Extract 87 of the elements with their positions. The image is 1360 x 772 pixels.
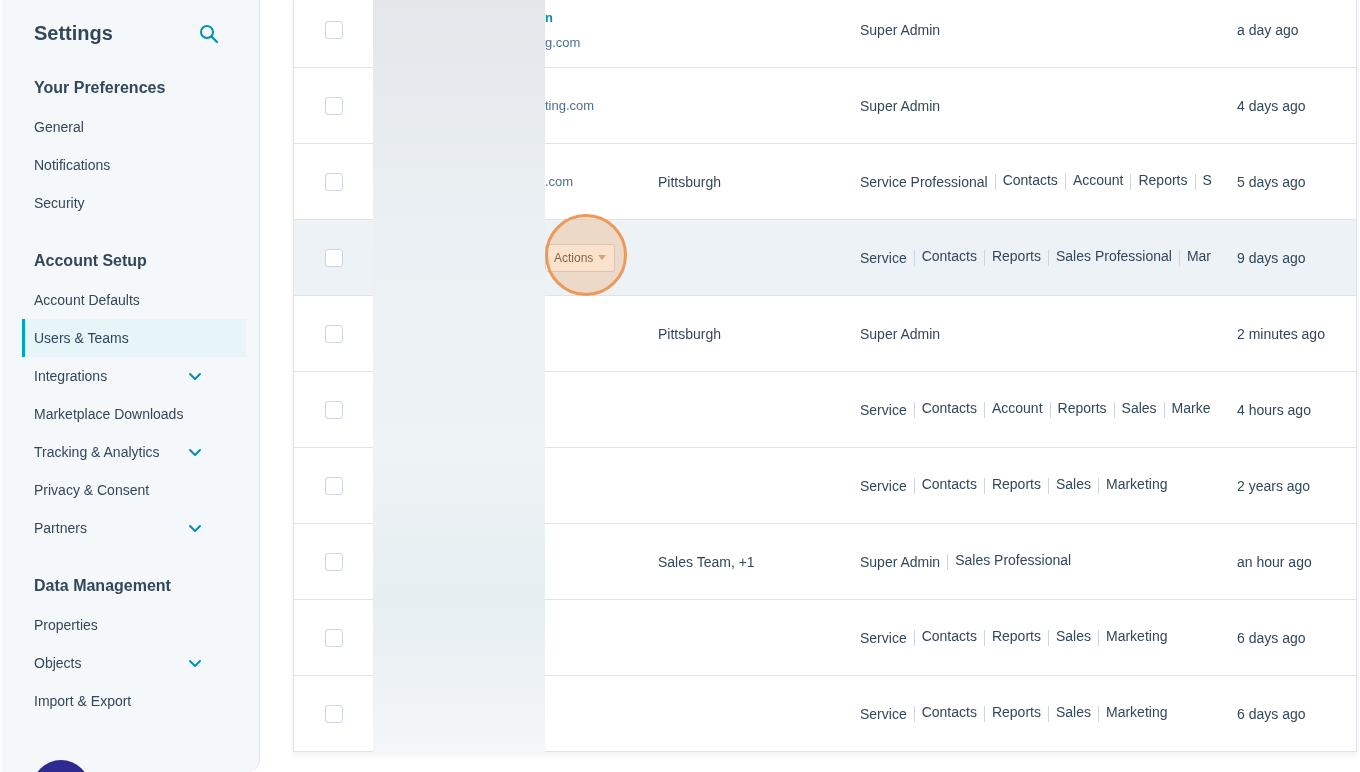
- section-heading: Account Setup: [33, 252, 148, 270]
- last-active-cell: a day ago: [1237, 21, 1299, 38]
- sidebar-item[interactable]: Notifications: [22, 146, 246, 184]
- sidebar-item[interactable]: Integrations: [22, 357, 246, 395]
- chevron-icon: [188, 658, 202, 668]
- permission-label: Sales: [1047, 477, 1098, 494]
- actions-button[interactable]: Actions: [545, 243, 616, 272]
- permission-label: Sales Professional: [1047, 249, 1179, 266]
- section-heading: Your Preferences: [33, 79, 167, 97]
- chevron-icon: [188, 371, 202, 381]
- permission-label: Contacts: [913, 477, 984, 494]
- row-checkbox[interactable]: [324, 96, 343, 115]
- permission-label: Reports: [983, 249, 1048, 266]
- chevron-icon: [188, 523, 202, 533]
- sidebar-item[interactable]: General: [22, 108, 246, 146]
- last-active-cell: 4 hours ago: [1237, 401, 1311, 418]
- last-active-cell: 6 days ago: [1237, 629, 1306, 646]
- search-icon[interactable]: [199, 23, 219, 44]
- permission-label: Reports: [1049, 401, 1114, 418]
- permission-label: Service: [860, 705, 908, 722]
- sidebar-item[interactable]: Import & Export: [22, 682, 246, 720]
- team-cell: Pittsburgh: [658, 173, 722, 190]
- permission-label: Sales Professional: [947, 553, 1079, 570]
- section-heading: Data Management: [33, 577, 172, 595]
- user-name[interactable]: n: [545, 9, 658, 25]
- sidebar-item[interactable]: Tracking & Analytics: [22, 433, 246, 471]
- row-checkbox[interactable]: [324, 324, 343, 343]
- permission-label: Service: [860, 401, 908, 418]
- last-active-cell: 4 days ago: [1237, 97, 1306, 114]
- sidebar-item[interactable]: Account Defaults: [22, 281, 246, 319]
- row-checkbox[interactable]: [324, 20, 343, 39]
- caret-icon: [598, 255, 607, 260]
- permission-label: Service: [860, 249, 908, 266]
- row-checkbox[interactable]: [324, 704, 343, 723]
- permission-label: Mar: [1178, 249, 1215, 266]
- permission-label: Account: [1064, 173, 1131, 190]
- sidebar-item[interactable]: Privacy & Consent: [22, 471, 246, 509]
- permission-label: Account: [983, 401, 1050, 418]
- row-checkbox[interactable]: [324, 248, 343, 267]
- sidebar-item[interactable]: Partners: [22, 509, 246, 547]
- team-cell: Sales Team, +1: [658, 553, 755, 570]
- row-checkbox[interactable]: [324, 628, 343, 647]
- last-active-cell: 6 days ago: [1237, 705, 1306, 722]
- permission-label: Super Admin: [860, 553, 942, 570]
- permission-label: Super Admin: [860, 97, 942, 114]
- last-active-cell: 2 years ago: [1237, 477, 1311, 494]
- permission-label: Service: [860, 477, 908, 494]
- permission-label: Marketing: [1098, 705, 1175, 722]
- permission-label: S: [1194, 173, 1215, 190]
- permission-label: Marke: [1163, 401, 1215, 418]
- permission-label: Service: [860, 629, 908, 646]
- permission-label: Reports: [983, 477, 1048, 494]
- permission-label: Reports: [983, 629, 1048, 646]
- permission-label: Contacts: [913, 705, 984, 722]
- last-active-cell: an hour ago: [1237, 553, 1312, 570]
- permission-label: Sales: [1047, 705, 1098, 722]
- permission-label: Service Professional: [860, 173, 989, 190]
- permission-label: Contacts: [913, 249, 984, 266]
- row-checkbox[interactable]: [324, 552, 343, 571]
- sidebar-item[interactable]: Marketplace Downloads: [22, 395, 246, 433]
- sidebar-item[interactable]: Objects: [22, 644, 246, 682]
- row-checkbox[interactable]: [324, 400, 343, 419]
- row-checkbox[interactable]: [324, 172, 343, 191]
- permission-label: Reports: [983, 705, 1048, 722]
- permission-label: Marketing: [1098, 629, 1175, 646]
- user-email: g.com: [545, 34, 582, 50]
- last-active-cell: 5 days ago: [1237, 173, 1306, 190]
- last-active-cell: 9 days ago: [1237, 249, 1306, 266]
- sidebar-item[interactable]: Properties: [22, 606, 246, 644]
- sidebar-item[interactable]: Users & Teams: [22, 319, 246, 357]
- permission-label: Reports: [1130, 173, 1195, 190]
- permission-label: Sales: [1047, 629, 1098, 646]
- permission-label: Sales: [1113, 401, 1164, 418]
- permission-label: Contacts: [913, 629, 984, 646]
- sidebar-title: Settings: [34, 22, 113, 45]
- permission-label: Contacts: [913, 401, 984, 418]
- user-email: ting.com: [545, 98, 596, 113]
- sidebar-item[interactable]: Security: [22, 184, 246, 222]
- permission-label: Super Admin: [860, 325, 942, 342]
- last-active-cell: 2 minutes ago: [1237, 325, 1325, 342]
- permission-label: Contacts: [994, 173, 1065, 190]
- permission-label: Super Admin: [860, 21, 942, 38]
- chevron-icon: [188, 447, 202, 457]
- row-checkbox[interactable]: [324, 476, 343, 495]
- team-cell: Pittsburgh: [658, 325, 722, 342]
- user-email: .com: [545, 174, 575, 189]
- permission-label: Marketing: [1098, 477, 1175, 494]
